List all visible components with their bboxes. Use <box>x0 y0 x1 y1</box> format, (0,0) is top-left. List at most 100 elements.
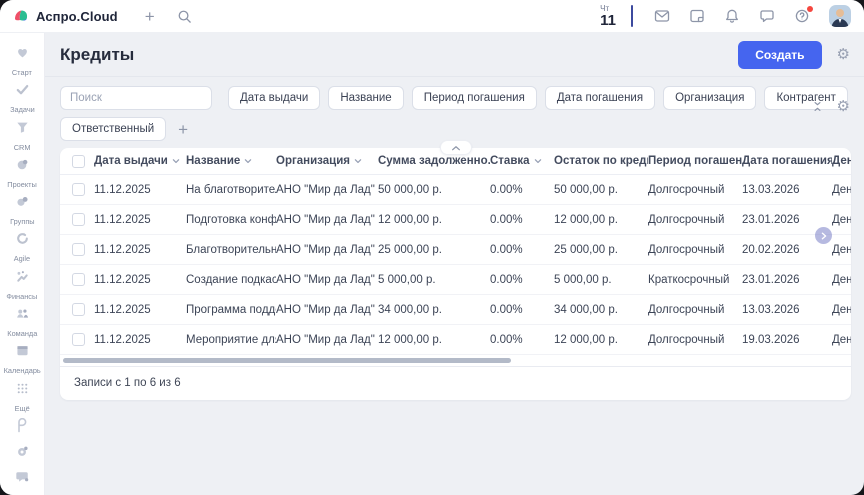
sidebar-item-start[interactable]: Старт <box>0 45 44 82</box>
table-cell: 12 000,00 р. <box>554 334 648 346</box>
sidebar-item-finance[interactable]: Финансы <box>0 269 44 306</box>
help-icon[interactable] <box>794 8 810 24</box>
calendar-icon <box>15 343 30 363</box>
checkbox-cell <box>60 183 94 196</box>
filter-chip[interactable]: Организация <box>663 86 756 110</box>
row-checkbox[interactable] <box>72 333 85 346</box>
chat-icon[interactable] <box>759 8 775 24</box>
table-settings-gear-icon[interactable]: ⚙ <box>837 99 850 114</box>
column-header[interactable]: Организация <box>276 155 378 167</box>
sidebar-item-more[interactable]: Ещё <box>0 381 44 418</box>
filter-panel: По умолчанию ✕ Дата выдачиНазваниеПериод… <box>45 77 864 141</box>
table-row[interactable]: 11.12.2025Благотворительный кАНО "Мир да… <box>60 235 851 265</box>
table-row[interactable]: 11.12.2025Программа поддержАНО "Мир да Л… <box>60 295 851 325</box>
collapse-filters-icon[interactable] <box>811 100 824 113</box>
calendar-date-widget[interactable]: Чт 11 <box>600 5 616 28</box>
row-checkbox[interactable] <box>72 213 85 226</box>
search-input[interactable] <box>60 86 212 110</box>
table-cell: Долгосрочный <box>648 334 742 346</box>
column-header[interactable]: Ден <box>832 155 851 167</box>
table-cell: 25 000,00 р. <box>378 244 490 256</box>
sidebar-item-groups[interactable]: Группы <box>0 194 44 231</box>
table-cell: Ден <box>832 334 851 346</box>
user-avatar[interactable] <box>829 5 851 27</box>
sidebar-item-crm[interactable]: CRM <box>0 120 44 157</box>
add-filter-button[interactable]: + <box>178 121 188 138</box>
table-row[interactable]: 11.12.2025На благотворительньАНО "Мир да… <box>60 175 851 205</box>
search-icon[interactable] <box>177 9 192 24</box>
mail-icon[interactable] <box>654 8 670 24</box>
brand[interactable]: Аспро.Cloud <box>13 8 118 24</box>
table-cell: 23.01.2026 <box>742 214 832 226</box>
table-cell: Долгосрочный <box>648 304 742 316</box>
column-header[interactable]: Сумма задолженно... <box>378 155 490 167</box>
filter-chip[interactable]: Дата погашения <box>545 86 655 110</box>
table-cell: 0.00% <box>490 184 554 196</box>
table-cell: 11.12.2025 <box>94 214 186 226</box>
quick-add-icon[interactable]: + <box>145 8 155 25</box>
filter-chip[interactable]: Название <box>328 86 403 110</box>
sort-chevron-icon <box>172 157 180 165</box>
create-button[interactable]: Создать <box>738 41 821 69</box>
table-row[interactable]: 11.12.2025Создание подкастаАНО "Мир да Л… <box>60 265 851 295</box>
sidebar-item-label: CRM <box>14 143 31 151</box>
column-header-label: Организация <box>276 155 350 167</box>
column-header[interactable]: Дата выдачи <box>94 155 186 167</box>
settings-icon <box>15 444 30 464</box>
sidebar-item-team[interactable]: Команда <box>0 306 44 343</box>
projects-icon <box>15 157 30 177</box>
filter-chip[interactable]: Период погашения <box>412 86 537 110</box>
row-checkbox[interactable] <box>72 273 85 286</box>
sidebar-item-agile[interactable]: Agile <box>0 231 44 268</box>
notes-icon[interactable] <box>689 8 705 24</box>
filter-chip[interactable]: Дата выдачи <box>228 86 320 110</box>
sidebar-item-product-p[interactable] <box>0 418 44 444</box>
table-cell: 11.12.2025 <box>94 184 186 196</box>
bell-icon[interactable] <box>724 8 740 24</box>
finance-icon <box>15 269 30 289</box>
table-cell: 0.00% <box>490 244 554 256</box>
product-p-icon <box>14 418 30 439</box>
records-count: Записи с 1 по 6 из 6 <box>60 366 851 400</box>
select-all-checkbox[interactable] <box>72 155 85 168</box>
scroll-right-button[interactable] <box>815 227 832 244</box>
sidebar-item-label: Проекты <box>7 180 37 188</box>
start-icon <box>15 45 30 65</box>
sidebar-item-settings[interactable] <box>0 444 44 470</box>
column-header[interactable]: Ставка <box>490 155 554 167</box>
table-cell: Ден <box>832 304 851 316</box>
table-cell: Ден <box>832 214 851 226</box>
table-cell: 0.00% <box>490 214 554 226</box>
table-cell: Долгосрочный <box>648 214 742 226</box>
table-row[interactable]: 11.12.2025Подготовка конференАНО "Мир да… <box>60 205 851 235</box>
column-header[interactable]: Период погашения <box>648 155 742 167</box>
sidebar-item-label: Календарь <box>3 367 40 375</box>
scrollbar-thumb[interactable] <box>63 358 511 363</box>
page-settings-gear-icon[interactable]: ⚙ <box>837 47 850 62</box>
sidebar-item-tasks[interactable]: Задачи <box>0 82 44 119</box>
sidebar: СтартЗадачи CRM Проекты ГруппыAgile Финансы К… <box>0 33 45 495</box>
table-card: Дата выдачиНазваниеОрганизация Сумма задо… <box>60 148 851 400</box>
table-cell: 13.03.2026 <box>742 184 832 196</box>
column-header[interactable]: Название <box>186 155 276 167</box>
collapse-table-button[interactable] <box>440 140 472 155</box>
column-header[interactable]: Дата погашения <box>742 155 832 167</box>
row-checkbox[interactable] <box>72 303 85 316</box>
filter-chip[interactable]: Ответственный <box>60 117 166 141</box>
sidebar-item-support-chat[interactable] <box>0 469 44 495</box>
row-checkbox[interactable] <box>72 243 85 256</box>
sidebar-item-calendar[interactable]: Календарь <box>0 343 44 380</box>
table-cell: АНО "Мир да Лад" <box>276 334 378 346</box>
table-cell: АНО "Мир да Лад" <box>276 244 378 256</box>
team-icon <box>15 306 30 326</box>
row-checkbox[interactable] <box>72 183 85 196</box>
sidebar-item-projects[interactable]: Проекты <box>0 157 44 194</box>
table-cell: Благотворительный к <box>186 244 276 256</box>
sidebar-item-label: Финансы <box>7 292 38 300</box>
column-header[interactable]: Остаток по кредиту <box>554 155 648 167</box>
page-title: Кредиты <box>60 45 134 65</box>
table-row[interactable]: 11.12.2025Мероприятие для сбоАНО "Мир да… <box>60 325 851 355</box>
table-cell: Мероприятие для сбо <box>186 334 276 346</box>
sidebar-item-label: Команда <box>7 329 37 337</box>
checkbox-cell <box>60 155 94 168</box>
